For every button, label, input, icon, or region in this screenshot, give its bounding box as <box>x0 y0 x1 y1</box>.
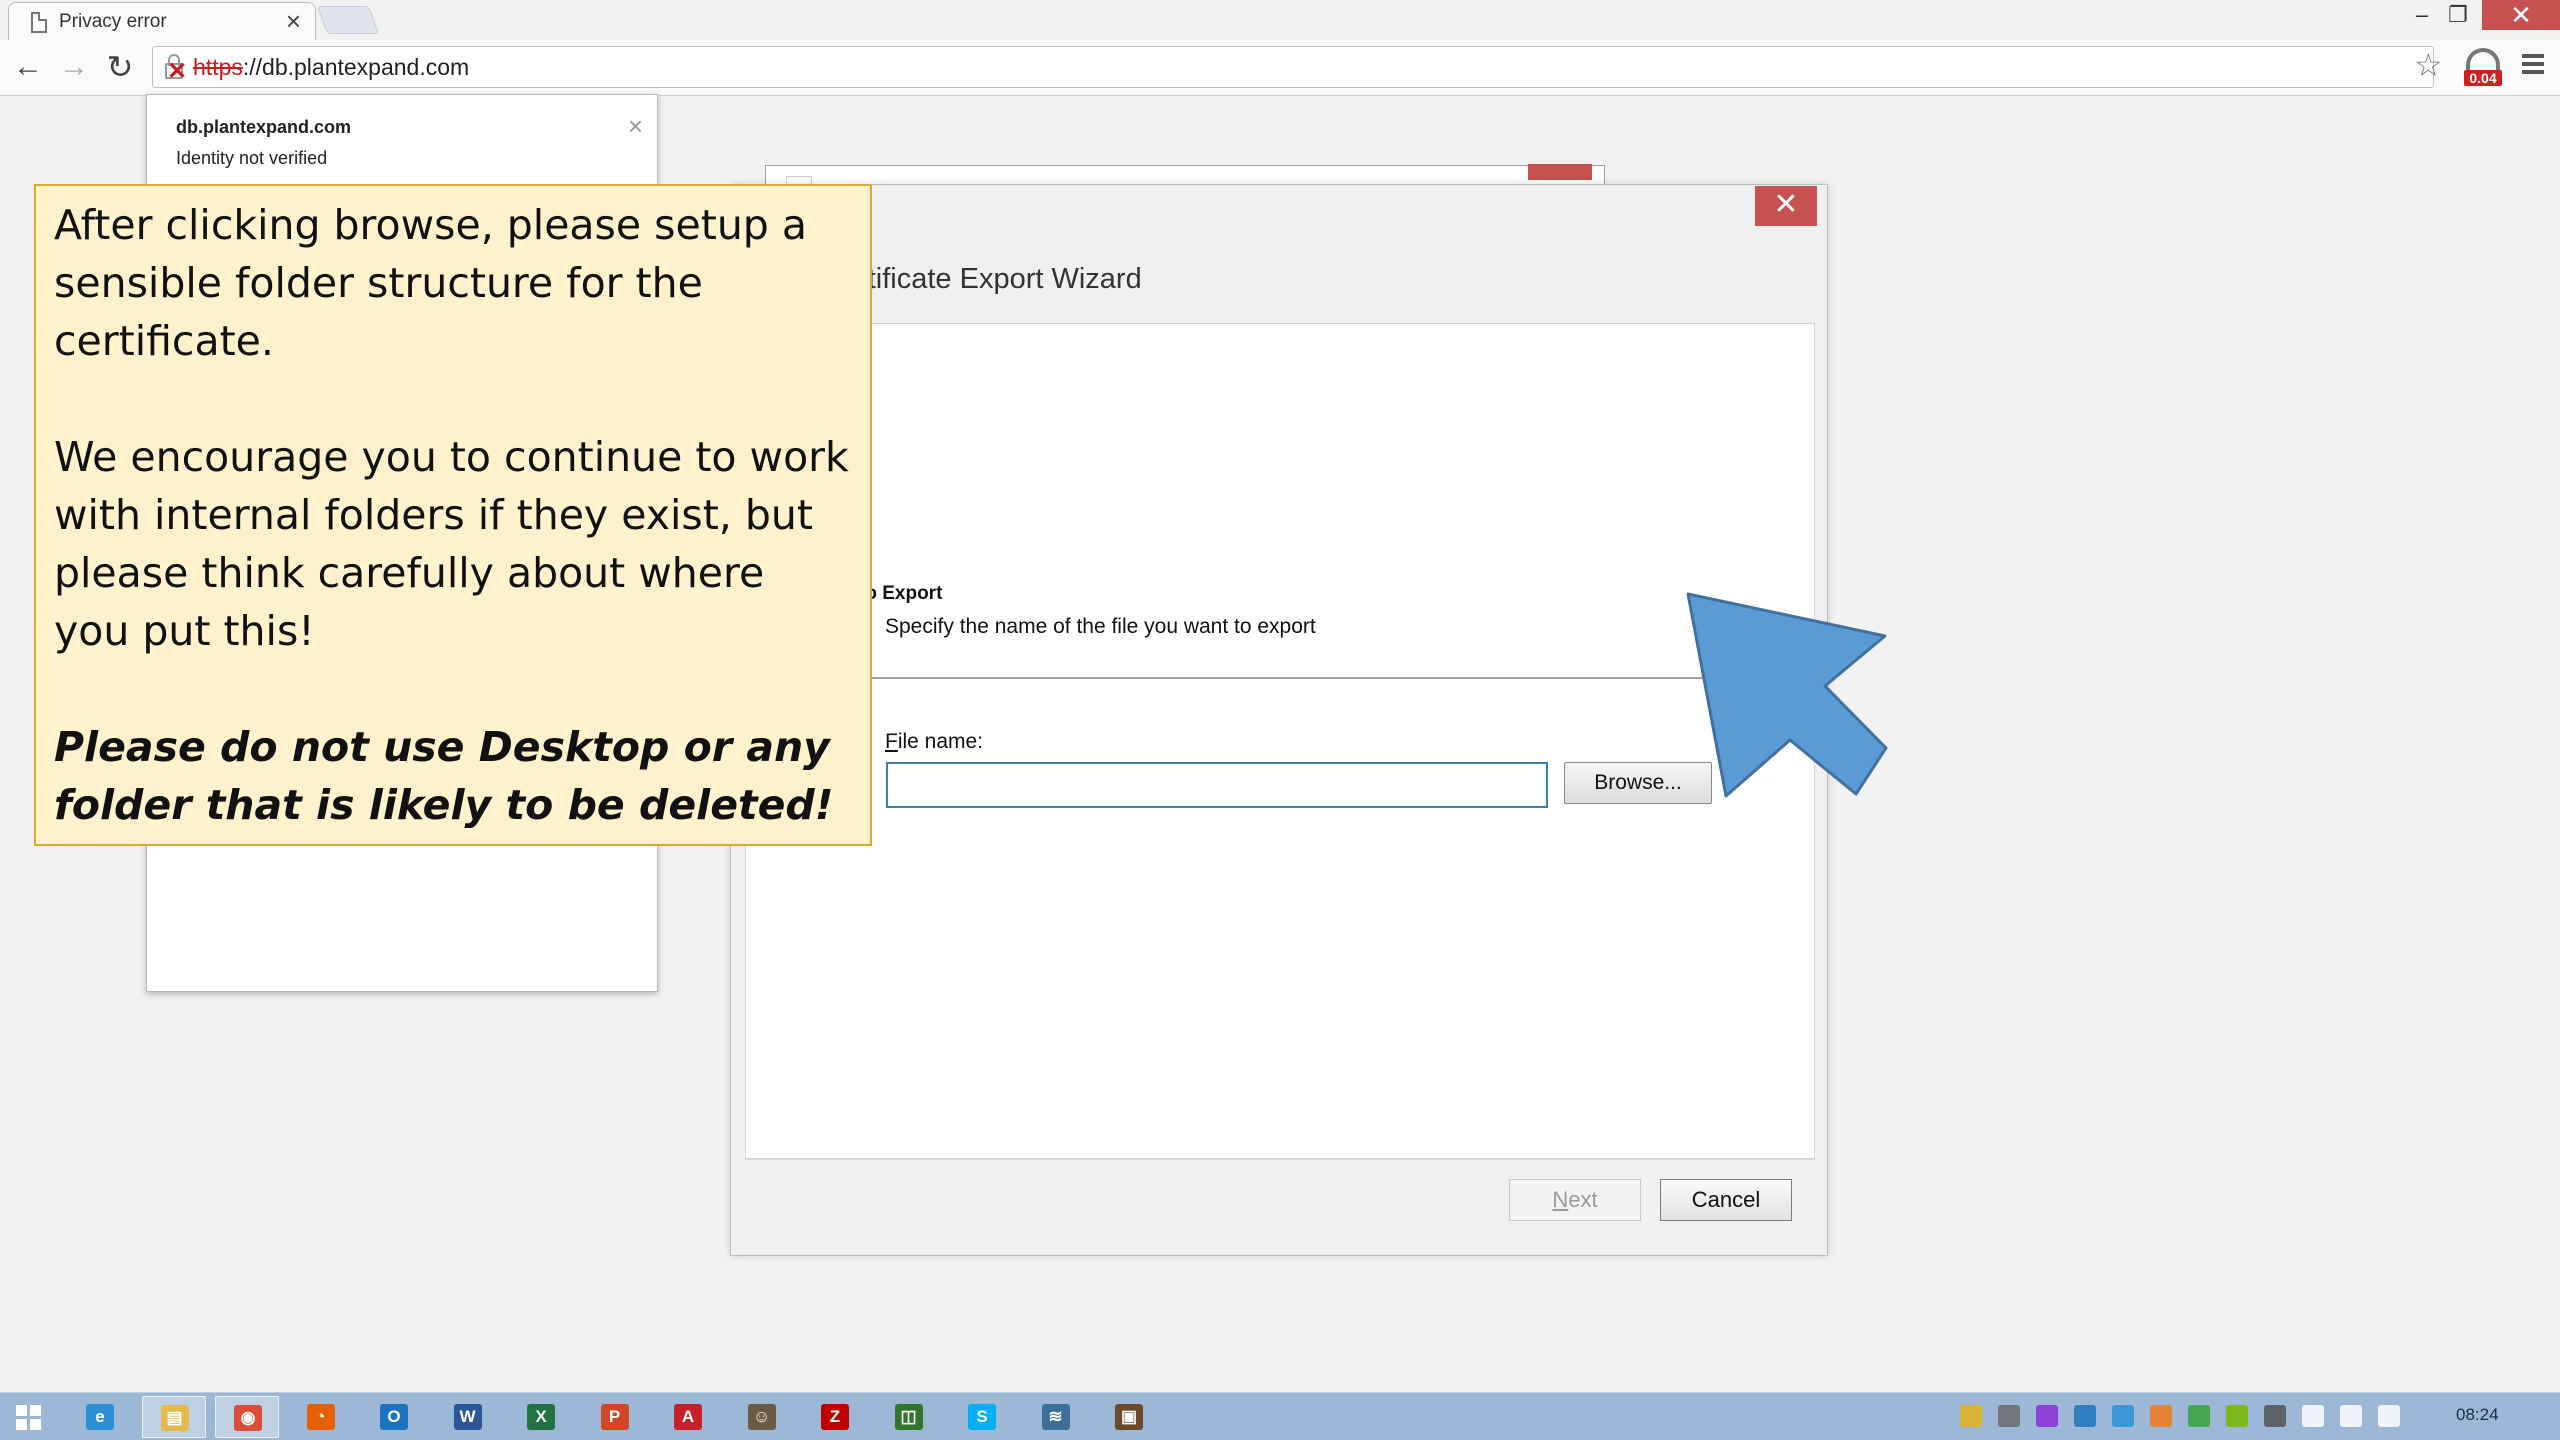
menu-hamburger-icon[interactable] <box>2522 54 2544 78</box>
tray-volume-icon[interactable] <box>2378 1405 2400 1427</box>
page-icon <box>31 12 47 33</box>
tray-battery-icon[interactable] <box>2302 1405 2324 1427</box>
filezilla-icon: Z <box>821 1404 849 1430</box>
project-icon: ◫ <box>894 1404 923 1430</box>
wizard-divider <box>821 677 1775 679</box>
pointer-arrow-icon <box>1686 592 1888 798</box>
popup-host: db.plantexpand.com <box>176 117 352 137</box>
taskbar-gimp-button[interactable]: ☺ <box>730 1396 794 1438</box>
excel-icon: X <box>527 1404 555 1430</box>
windows-taskbar: e ▤ ◉ ◔ O W X P A ☺ Z ◫ S ≋ ▣ 08:24 <box>0 1392 2560 1440</box>
python-icon: ≋ <box>1041 1404 1070 1430</box>
tray-signal-icon[interactable] <box>2340 1405 2362 1427</box>
cancel-button[interactable]: Cancel <box>1660 1179 1792 1221</box>
wizard-step-description: Specify the name of the file you want to… <box>885 615 1316 638</box>
taskbar-powerpoint-button[interactable]: P <box>583 1396 647 1438</box>
callout-warning: Please do not use Desktop or any folder … <box>54 723 834 829</box>
popup-identity-status: Identity not verified <box>176 148 328 168</box>
browser-toolbar: ← → ↻ ✕ https://db.plantexpand.com ☆ 0.0… <box>0 40 2560 96</box>
tray-network-icon[interactable] <box>2112 1405 2134 1427</box>
wizard-footer-divider <box>745 1159 1815 1160</box>
chrome-icon: ◉ <box>234 1405 262 1431</box>
tray-arrow-icon[interactable] <box>1960 1405 1982 1427</box>
outlook-icon: O <box>380 1404 408 1430</box>
tab-strip: Privacy error × – ❐ ✕ <box>0 0 2560 40</box>
forward-arrow-icon[interactable]: → <box>56 50 92 86</box>
internet-explorer-icon: e <box>86 1404 114 1430</box>
taskbar-skype-button[interactable]: S <box>950 1396 1014 1438</box>
taskbar-certmgr-button[interactable]: ▣ <box>1097 1396 1161 1438</box>
insecure-lock-icon[interactable]: ✕ <box>163 53 187 85</box>
tray-outlook-icon[interactable] <box>2074 1405 2096 1427</box>
taskbar-python-button[interactable]: ≋ <box>1024 1396 1088 1438</box>
next-button[interactable]: Next <box>1509 1179 1641 1221</box>
acrobat-icon: A <box>674 1404 702 1430</box>
powerpoint-icon: P <box>600 1404 629 1430</box>
certmgr-icon: ▣ <box>1115 1404 1143 1430</box>
tray-warning-icon[interactable] <box>2150 1405 2172 1427</box>
tray-onenote-icon[interactable] <box>2036 1405 2058 1427</box>
window-close-button[interactable]: ✕ <box>2482 0 2560 30</box>
skype-icon: S <box>968 1404 996 1430</box>
behind-dialog-close-button[interactable] <box>1528 164 1592 180</box>
file-name-label: File name: <box>885 730 984 753</box>
extension-gauge-icon[interactable]: 0.04 <box>2464 48 2502 88</box>
url-text[interactable]: https://db.plantexpand.com <box>193 54 469 81</box>
restore-button[interactable]: ❐ <box>2436 0 2480 30</box>
file-name-input[interactable] <box>886 762 1548 808</box>
callout-paragraph-2: We encourage you to continue to work wit… <box>54 433 849 655</box>
popup-close-icon[interactable]: × <box>628 111 643 142</box>
clock: 08:24 <box>2456 1405 2499 1424</box>
back-arrow-icon[interactable]: ← <box>10 50 46 86</box>
reload-icon[interactable]: ↻ <box>102 50 138 86</box>
tab-close-icon[interactable]: × <box>286 6 301 37</box>
taskbar-project-button[interactable]: ◫ <box>877 1396 941 1438</box>
taskbar-chrome-button[interactable]: ◉ <box>215 1396 279 1438</box>
taskbar-acrobat-button[interactable]: A <box>656 1396 720 1438</box>
tray-nvidia-icon[interactable] <box>2226 1405 2248 1427</box>
extension-badge: 0.04 <box>2464 70 2502 86</box>
taskbar-filezilla-button[interactable]: Z <box>803 1396 867 1438</box>
url-host: ://db.plantexpand.com <box>242 54 470 80</box>
taskbar-firefox-button[interactable]: ◔ <box>289 1396 353 1438</box>
tray-check-icon[interactable] <box>2188 1405 2210 1427</box>
start-windows-icon[interactable] <box>16 1405 42 1431</box>
taskbar-excel-button[interactable]: X <box>509 1396 573 1438</box>
tray-flag-icon[interactable] <box>2264 1405 2286 1427</box>
tab-title: Privacy error <box>59 11 167 32</box>
new-tab-button[interactable] <box>316 6 380 34</box>
wizard-close-button[interactable]: ✕ <box>1755 186 1817 226</box>
instruction-callout: After clicking browse, please setup a se… <box>34 184 872 846</box>
taskbar-outlook-button[interactable]: O <box>362 1396 426 1438</box>
address-bar[interactable]: ✕ https://db.plantexpand.com <box>152 46 2434 88</box>
taskbar-file-explorer-button[interactable]: ▤ <box>141 1396 206 1438</box>
firefox-icon: ◔ <box>306 1404 335 1430</box>
browser-tab[interactable]: Privacy error × <box>8 2 316 40</box>
bookmark-star-icon[interactable]: ☆ <box>2414 46 2443 84</box>
taskbar-internet-explorer-button[interactable]: e <box>68 1396 132 1438</box>
url-scheme: https <box>193 54 243 80</box>
taskbar-word-button[interactable]: W <box>436 1396 500 1438</box>
gimp-icon: ☺ <box>747 1404 776 1430</box>
file-explorer-icon: ▤ <box>160 1405 189 1431</box>
tray-people-icon[interactable] <box>1998 1405 2020 1427</box>
word-icon: W <box>453 1404 482 1430</box>
callout-paragraph-1: After clicking browse, please setup a se… <box>54 201 807 365</box>
